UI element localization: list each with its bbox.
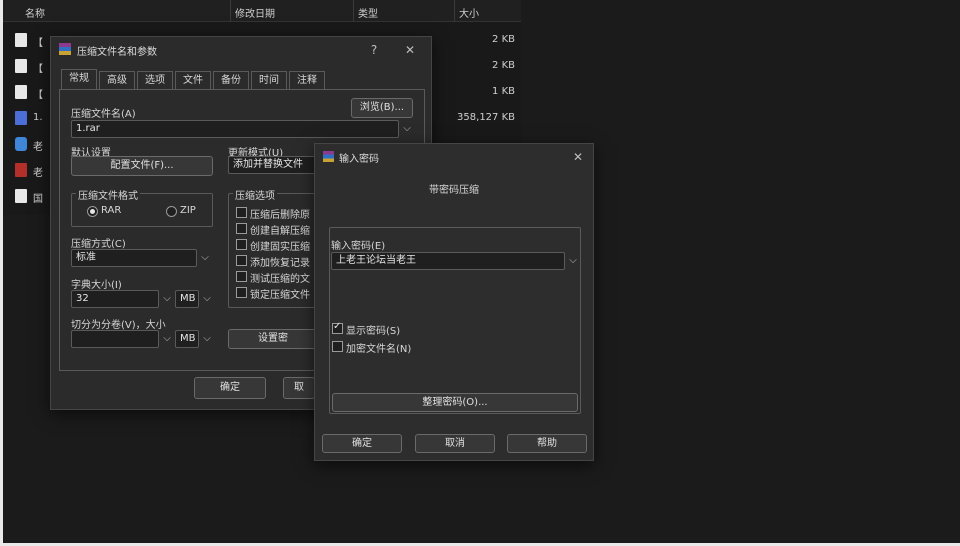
column-divider[interactable] (454, 0, 455, 22)
dialog-titlebar[interactable]: 压缩文件名和参数 ? ✕ (51, 37, 431, 63)
document-icon (15, 189, 27, 203)
option-label: 压缩后删除原 (250, 210, 310, 221)
cancel-button[interactable]: 取 (283, 377, 315, 399)
tab-files[interactable]: 文件 (175, 71, 211, 89)
compression-method-select[interactable]: 标准 (71, 249, 197, 267)
document-icon (15, 85, 27, 99)
split-volumes-input[interactable] (71, 330, 159, 348)
close-icon[interactable]: ✕ (401, 41, 419, 59)
document-icon (15, 33, 27, 47)
column-type[interactable]: 类型 (358, 5, 378, 20)
tab-options[interactable]: 选项 (137, 71, 173, 89)
column-divider[interactable] (353, 0, 354, 22)
winrar-app-icon (59, 43, 71, 55)
column-divider[interactable] (230, 0, 231, 22)
file-name: 老 (33, 168, 43, 179)
enter-password-dialog: 输入密码 ✕ 带密码压缩 输入密码(E) 上老王论坛当老王 ⌵ 显示密码(S) … (314, 143, 594, 461)
file-name: 【 (33, 90, 43, 101)
update-mode-select[interactable]: 添加并替换文件 (228, 156, 318, 174)
dialog-title: 输入密码 (339, 154, 379, 165)
chevron-down-icon[interactable]: ⌵ (399, 120, 415, 138)
winrar-app-icon (323, 151, 334, 162)
show-password-label: 显示密码(S) (346, 326, 401, 337)
dictionary-size-label: 字典大小(I) (71, 280, 122, 291)
ok-button[interactable]: 确定 (322, 434, 402, 453)
tab-general[interactable]: 常规 (61, 69, 97, 90)
format-rar-radio[interactable] (87, 206, 98, 217)
app-icon (15, 137, 27, 151)
dictionary-unit-select[interactable]: MB (175, 290, 199, 308)
compression-method-label: 压缩方式(C) (71, 239, 126, 250)
chevron-down-icon[interactable]: ⌵ (159, 290, 175, 308)
tab-backup[interactable]: 备份 (213, 71, 249, 89)
column-name[interactable]: 名称 (25, 5, 45, 20)
format-zip-radio[interactable] (166, 206, 177, 217)
tab-advanced[interactable]: 高级 (99, 71, 135, 89)
encrypt-filenames-label: 加密文件名(N) (346, 344, 412, 355)
close-icon[interactable]: ✕ (569, 148, 587, 166)
option-checkbox[interactable] (236, 255, 247, 266)
file-size: 1 KB (492, 86, 515, 97)
archive-name-input[interactable]: 1.rar (71, 120, 399, 138)
video-file-icon (15, 111, 27, 125)
option-checkbox[interactable] (236, 271, 247, 282)
help-button[interactable]: 帮助 (507, 434, 587, 453)
dialog-titlebar[interactable]: 输入密码 ✕ (315, 144, 593, 170)
format-zip-label: ZIP (180, 205, 196, 216)
browse-button[interactable]: 浏览(B)... (351, 98, 413, 118)
dictionary-size-select[interactable]: 32 (71, 290, 159, 308)
ok-button[interactable]: 确定 (194, 377, 266, 399)
tab-comment[interactable]: 注释 (289, 71, 325, 89)
options-group-label: 压缩选项 (233, 187, 277, 202)
encrypt-filenames-checkbox[interactable] (332, 341, 343, 352)
chevron-down-icon[interactable]: ⌵ (199, 330, 215, 348)
show-password-checkbox[interactable] (332, 321, 343, 334)
option-label: 创建自解压缩 (250, 226, 310, 237)
option-label: 添加恢复记录 (250, 258, 310, 269)
set-password-button[interactable]: 设置密 (228, 329, 318, 349)
tab-time[interactable]: 时间 (251, 71, 287, 89)
file-name: 老 (33, 142, 43, 153)
file-size: 358,127 KB (457, 112, 515, 123)
file-size: 2 KB (492, 60, 515, 71)
dialog-heading: 带密码压缩 (429, 185, 479, 196)
dialog-title: 压缩文件名和参数 (77, 47, 157, 58)
profiles-button[interactable]: 配置文件(F)... (71, 156, 213, 176)
chevron-down-icon[interactable]: ⌵ (565, 252, 581, 270)
archive-name-label: 压缩文件名(A) (71, 109, 136, 120)
format-group-label: 压缩文件格式 (76, 187, 140, 202)
file-name: 1. (33, 112, 43, 123)
help-icon[interactable]: ? (365, 41, 383, 59)
option-checkbox[interactable] (236, 287, 247, 298)
cancel-button[interactable]: 取消 (415, 434, 495, 453)
file-name: 【 (33, 64, 43, 75)
format-rar-label: RAR (101, 205, 122, 216)
column-size[interactable]: 大小 (459, 5, 479, 20)
option-label: 测试压缩的文 (250, 274, 310, 285)
option-checkbox[interactable] (236, 207, 247, 218)
document-icon (15, 59, 27, 73)
file-size: 2 KB (492, 34, 515, 45)
column-header-row: 名称 修改日期 类型 大小 (3, 0, 521, 22)
option-label: 创建固实压缩 (250, 242, 310, 253)
chevron-down-icon[interactable]: ⌵ (159, 330, 175, 348)
option-label: 锁定压缩文件 (250, 290, 310, 301)
column-modified[interactable]: 修改日期 (235, 5, 275, 20)
organize-passwords-button[interactable]: 整理密码(O)... (332, 393, 578, 412)
chevron-down-icon[interactable]: ⌵ (197, 249, 213, 267)
password-label: 输入密码(E) (331, 241, 386, 252)
chevron-down-icon[interactable]: ⌵ (199, 290, 215, 308)
split-unit-select[interactable]: MB (175, 330, 199, 348)
option-checkbox[interactable] (236, 223, 247, 234)
option-checkbox[interactable] (236, 239, 247, 250)
file-name: 【 (33, 38, 43, 49)
file-name: 国 (33, 194, 43, 205)
split-volumes-label: 切分为分卷(V)，大小 (71, 320, 166, 331)
password-input[interactable]: 上老王论坛当老王 (331, 252, 565, 270)
winrar-archive-icon (15, 163, 27, 177)
